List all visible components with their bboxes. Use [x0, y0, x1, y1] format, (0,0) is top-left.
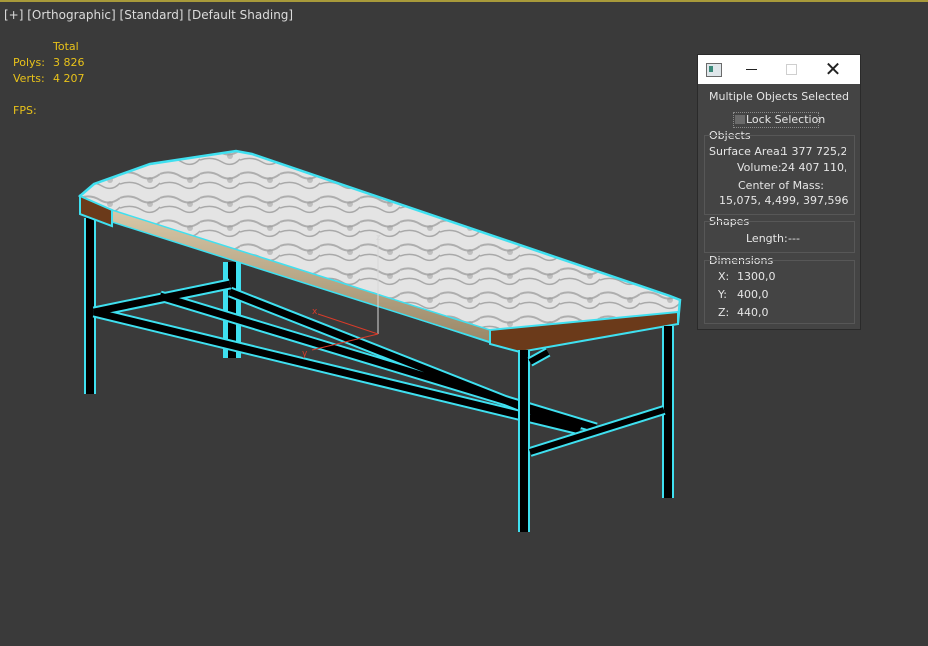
gizmo-z-label: z — [376, 233, 381, 243]
dim-x-label: X: — [718, 270, 730, 283]
dim-z-label: Z: — [718, 306, 730, 319]
center-of-mass-value: 15,075, 4,499, 397,596 — [719, 194, 849, 207]
dim-x-value: 1300,0 — [737, 270, 776, 283]
minimize-button[interactable] — [731, 55, 771, 84]
lock-selection-checkbox[interactable]: Lock Selection — [733, 112, 825, 128]
maximize-icon — [786, 64, 797, 75]
length-value: --- — [788, 232, 800, 245]
dialog-titlebar[interactable]: ✕ — [698, 55, 860, 84]
minimize-icon — [746, 69, 757, 70]
bench-model[interactable]: z x y — [77, 149, 682, 532]
close-icon: ✕ — [824, 57, 842, 81]
app-icon — [706, 63, 722, 77]
dim-z-value: 440,0 — [737, 306, 769, 319]
maximize-button[interactable] — [771, 55, 811, 84]
center-of-mass-label: Center of Mass: — [738, 179, 825, 192]
dialog-heading: Multiple Objects Selected — [709, 90, 849, 103]
dim-y-value: 400,0 — [737, 288, 769, 301]
checkbox-box — [735, 115, 745, 124]
volume-value: 24 407 110,9 — [781, 161, 846, 174]
volume-label: Volume: — [737, 161, 782, 174]
bench-seat — [77, 149, 682, 354]
surface-area-label: Surface Area: — [709, 145, 784, 158]
close-button[interactable]: ✕ — [813, 55, 853, 84]
bench-frame-front — [518, 326, 674, 532]
length-label: Length: — [746, 232, 788, 245]
lock-selection-label: Lock Selection — [746, 113, 826, 126]
measure-dialog[interactable]: ✕ Multiple Objects Selected Lock Selecti… — [697, 54, 861, 330]
dim-y-label: Y: — [718, 288, 727, 301]
surface-area-value: 1 377 725,24 — [781, 145, 846, 158]
gizmo-x-label: x — [312, 307, 318, 317]
gizmo-y-label: y — [302, 349, 308, 359]
